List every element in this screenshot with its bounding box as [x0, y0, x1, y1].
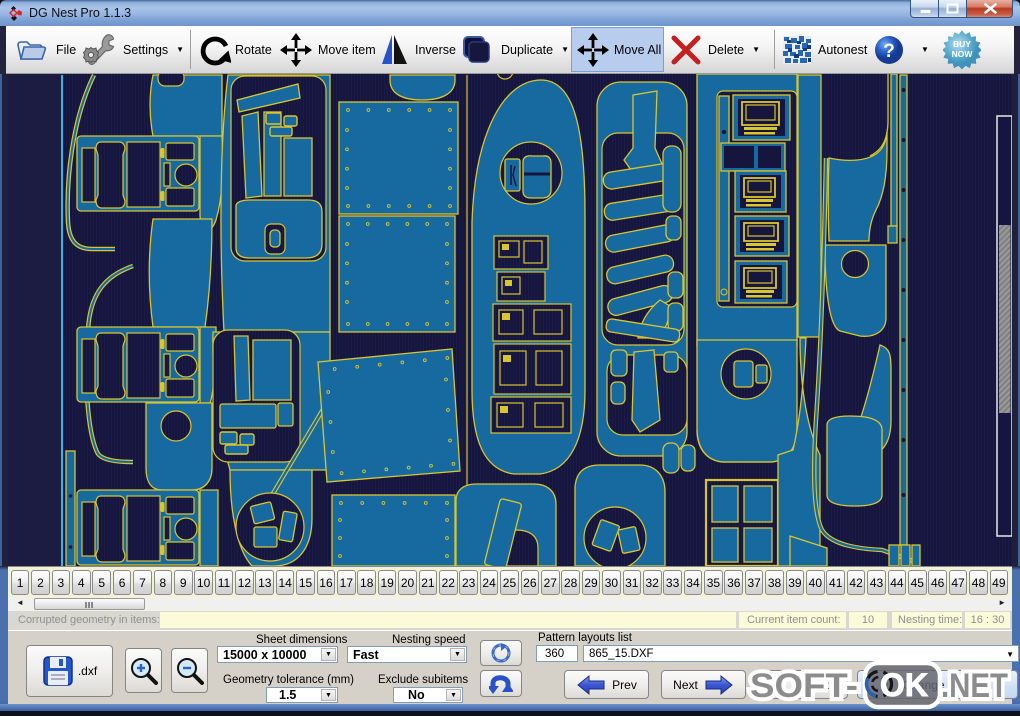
svg-text:?: ? [883, 41, 895, 62]
svg-text:NOW: NOW [952, 49, 974, 59]
svg-text:BUY: BUY [953, 39, 971, 49]
